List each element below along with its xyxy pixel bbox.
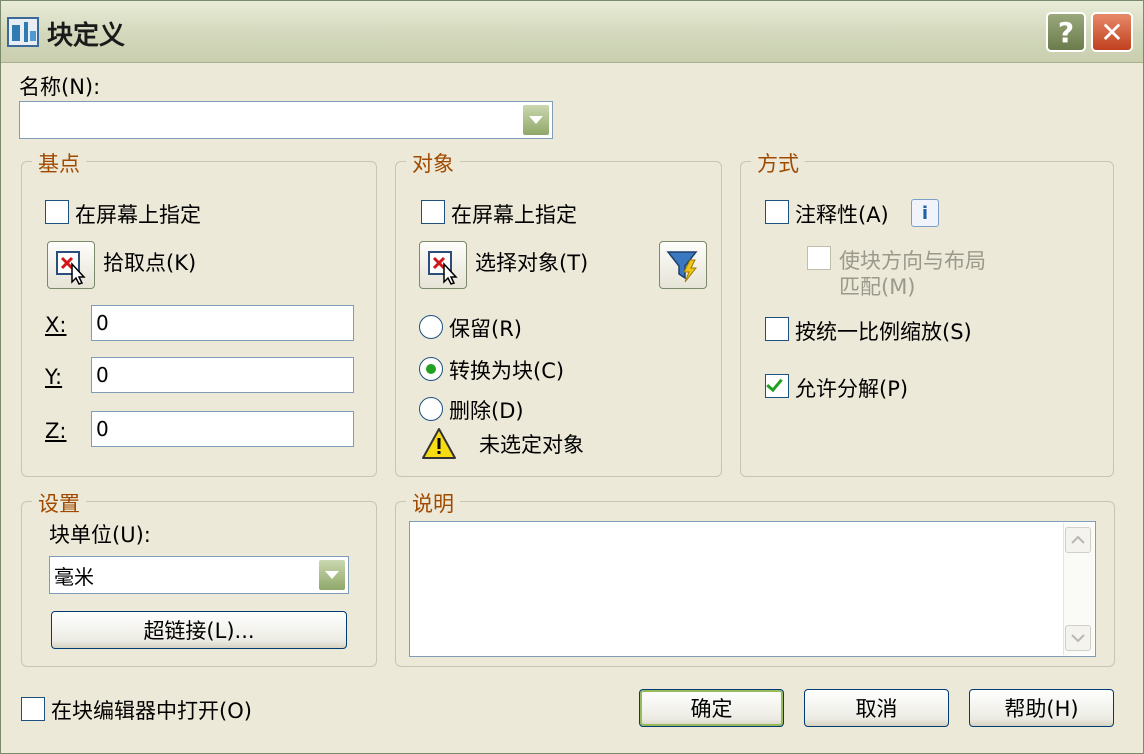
y-label: Y: <box>45 365 63 389</box>
x-label: X: <box>45 313 67 337</box>
title-bar: 块定义 ? ✕ <box>1 1 1143 63</box>
z-input[interactable]: 0 <box>91 411 354 447</box>
match-orientation-checkbox[interactable] <box>807 246 831 270</box>
cancel-button[interactable]: 取消 <box>804 689 949 727</box>
base-point-title: 基点 <box>32 148 86 178</box>
settings-title: 设置 <box>32 488 86 518</box>
y-value: 0 <box>96 363 109 387</box>
x-input[interactable]: 0 <box>91 305 354 341</box>
no-objects-selected-text: 未选定对象 <box>479 433 584 457</box>
convert-to-block-radio[interactable] <box>419 357 443 381</box>
z-label: Z: <box>45 419 67 443</box>
block-unit-select[interactable]: 毫米 <box>49 556 349 594</box>
quick-select-button[interactable] <box>659 241 707 289</box>
window-title: 块定义 <box>47 21 126 51</box>
behavior-title: 方式 <box>751 148 805 178</box>
delete-label: 删除(D) <box>449 399 524 423</box>
warning-icon <box>422 428 456 459</box>
z-value: 0 <box>96 417 109 441</box>
allow-exploding-checkbox[interactable] <box>765 374 789 398</box>
block-definition-app-icon <box>7 17 39 47</box>
x-value: 0 <box>96 311 109 335</box>
chevron-down-icon[interactable] <box>318 559 346 591</box>
info-icon[interactable]: i <box>911 199 939 227</box>
base-point-specify-checkbox[interactable] <box>45 200 69 224</box>
open-in-editor-checkbox[interactable] <box>21 697 45 721</box>
base-point-specify-label: 在屏幕上指定 <box>75 203 201 227</box>
annotative-checkbox[interactable] <box>765 200 789 224</box>
pick-point-label: 拾取点(K) <box>103 251 197 275</box>
pick-point-icon <box>56 251 86 285</box>
open-in-editor-label: 在块编辑器中打开(O) <box>51 699 252 723</box>
annotative-label: 注释性(A) <box>795 203 889 227</box>
allow-exploding-label: 允许分解(P) <box>795 377 909 401</box>
name-combobox[interactable] <box>19 101 553 139</box>
y-input[interactable]: 0 <box>91 357 354 393</box>
block-unit-label: 块单位(U): <box>49 523 151 547</box>
objects-specify-checkbox[interactable] <box>421 200 445 224</box>
match-orientation-label-line2: 匹配(M) <box>839 275 916 299</box>
delete-radio[interactable] <box>419 397 443 421</box>
select-objects-icon <box>428 251 458 285</box>
objects-specify-label: 在屏幕上指定 <box>451 203 577 227</box>
scale-uniformly-label: 按统一比例缩放(S) <box>795 320 972 344</box>
objects-title: 对象 <box>406 148 460 178</box>
help-button[interactable]: 帮助(H) <box>969 689 1114 727</box>
description-title: 说明 <box>406 488 460 518</box>
description-textarea[interactable] <box>409 521 1096 657</box>
hyperlink-button[interactable]: 超链接(L)... <box>51 611 347 649</box>
scale-uniformly-checkbox[interactable] <box>765 317 789 341</box>
retain-label: 保留(R) <box>449 317 522 341</box>
retain-radio[interactable] <box>419 315 443 339</box>
select-objects-button[interactable] <box>419 241 467 289</box>
scroll-down-arrow-icon[interactable] <box>1065 625 1091 651</box>
close-button[interactable]: ✕ <box>1091 12 1133 52</box>
block-definition-dialog: 块定义 ? ✕ 名称(N): 基点 在屏幕上指定 拾取点(K) X: 0 Y: … <box>0 0 1144 754</box>
name-label: 名称(N): <box>19 75 101 99</box>
convert-to-block-label: 转换为块(C) <box>449 359 565 383</box>
ok-button[interactable]: 确定 <box>639 689 784 727</box>
chevron-down-icon[interactable] <box>522 104 550 136</box>
pick-point-button[interactable] <box>47 241 95 289</box>
select-objects-label: 选择对象(T) <box>475 251 589 275</box>
quick-select-filter-icon <box>666 251 698 283</box>
block-unit-value: 毫米 <box>54 564 94 589</box>
scroll-up-arrow-icon[interactable] <box>1065 527 1091 553</box>
title-help-button[interactable]: ? <box>1046 12 1086 52</box>
